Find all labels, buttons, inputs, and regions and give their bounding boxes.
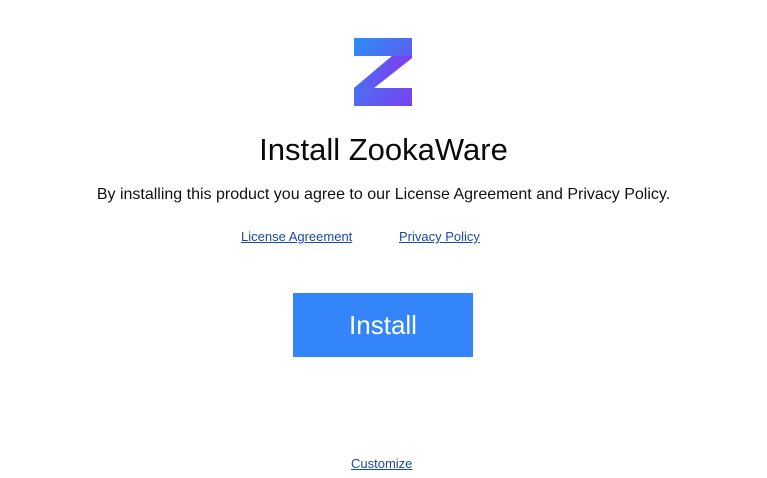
- license-agreement-link[interactable]: License Agreement: [241, 229, 352, 245]
- page-title: Install ZookaWare: [259, 132, 508, 167]
- privacy-policy-link[interactable]: Privacy Policy: [399, 229, 480, 245]
- zookaware-logo-icon: [352, 38, 414, 106]
- install-button[interactable]: Install: [293, 293, 473, 357]
- agreement-text: By installing this product you agree to …: [96, 186, 671, 203]
- customize-link[interactable]: Customize: [351, 456, 412, 472]
